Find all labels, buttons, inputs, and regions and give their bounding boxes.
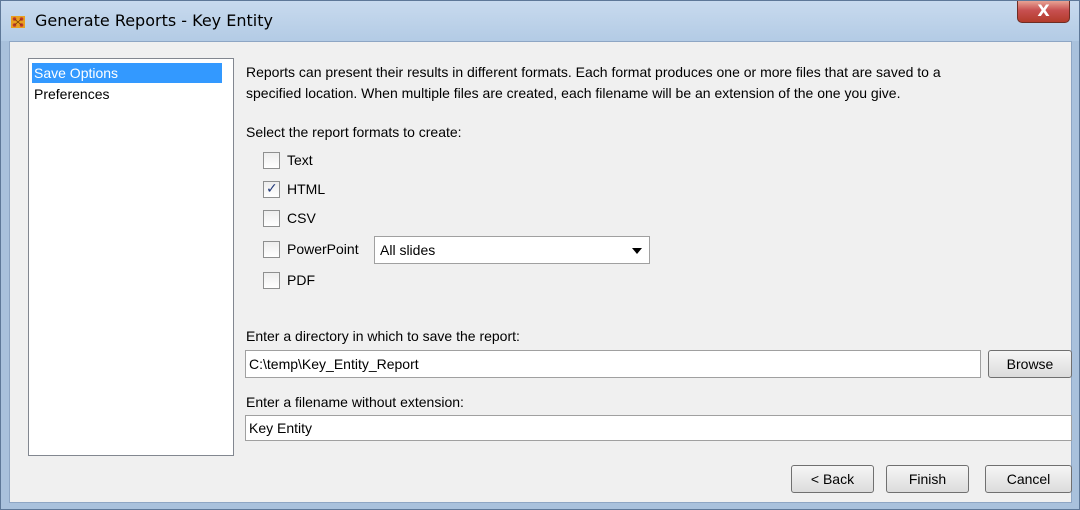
checkmark-icon: ✓ <box>266 181 278 197</box>
checkbox-label: CSV <box>287 210 316 226</box>
nav-item-save-options[interactable]: Save Options <box>32 63 222 83</box>
checkbox-label: PDF <box>287 272 315 288</box>
cancel-button[interactable]: Cancel <box>985 465 1072 493</box>
checkbox-box[interactable] <box>263 152 280 169</box>
finish-button-label: Finish <box>908 471 947 487</box>
checkbox-box[interactable] <box>263 272 280 289</box>
checkbox-box[interactable] <box>263 210 280 227</box>
directory-input[interactable]: C:\temp\Key_Entity_Report <box>245 350 981 378</box>
checkbox-box[interactable] <box>263 241 280 258</box>
checkbox-box[interactable]: ✓ <box>263 181 280 198</box>
options-nav-list: Save Options Preferences <box>28 58 234 456</box>
description-line-2: specified location. When multiple files … <box>246 85 901 101</box>
dialog-content: Save Options Preferences Reports can pre… <box>9 41 1072 503</box>
close-button[interactable]: X <box>1017 1 1070 23</box>
description-line-1: Reports can present their results in dif… <box>246 64 941 80</box>
powerpoint-slides-dropdown[interactable]: All slides <box>374 236 650 264</box>
browse-button[interactable]: Browse <box>988 350 1072 378</box>
checkbox-label: PowerPoint <box>287 241 359 257</box>
cancel-button-label: Cancel <box>1006 471 1051 487</box>
back-button-label: < Back <box>810 471 855 487</box>
formats-label: Select the report formats to create: <box>246 124 462 140</box>
dialog-window: Generate Reports - Key Entity X Save Opt… <box>0 0 1080 510</box>
window-title: Generate Reports - Key Entity <box>35 11 273 30</box>
finish-button[interactable]: Finish <box>886 465 969 493</box>
filename-input[interactable]: Key Entity <box>245 415 1072 441</box>
title-bar[interactable]: Generate Reports - Key Entity X <box>1 1 1079 41</box>
checkbox-label: Text <box>287 152 313 168</box>
back-button[interactable]: < Back <box>791 465 874 493</box>
nav-item-preferences[interactable]: Preferences <box>32 84 222 104</box>
network-graph-icon <box>11 16 25 28</box>
filename-label: Enter a filename without extension: <box>246 394 464 410</box>
checkbox-label: HTML <box>287 181 326 197</box>
close-icon: X <box>1037 1 1050 20</box>
directory-label: Enter a directory in which to save the r… <box>246 328 520 344</box>
dropdown-value: All slides <box>380 242 436 258</box>
dropdown-arrow-icon[interactable] <box>632 248 642 254</box>
description-text: Reports can present their results in dif… <box>246 62 1066 104</box>
